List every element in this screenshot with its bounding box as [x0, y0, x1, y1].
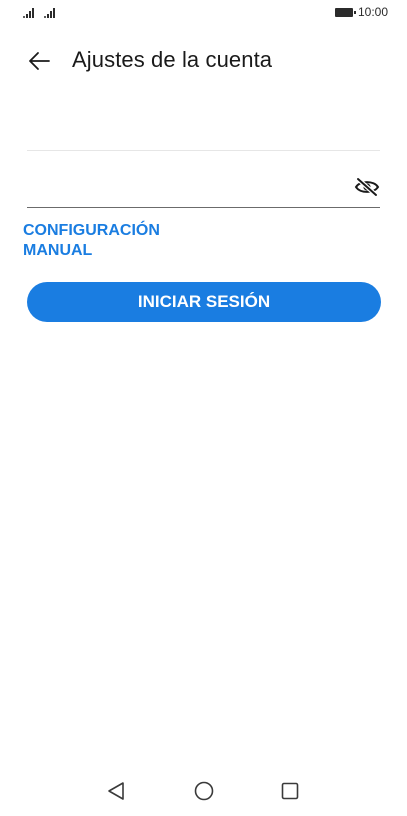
password-field[interactable]	[27, 160, 380, 208]
status-bar: 10:00	[0, 0, 407, 28]
square-recent-icon	[281, 782, 299, 800]
signal-icon-2	[44, 6, 55, 18]
battery-icon	[335, 8, 356, 17]
navigation-bar	[0, 770, 407, 810]
email-field[interactable]	[27, 100, 380, 151]
arrow-left-icon	[29, 52, 50, 70]
status-time: 10:00	[358, 5, 389, 19]
eye-off-icon	[354, 176, 380, 198]
app-header: Ajustes de la cuenta	[0, 40, 407, 82]
signal-icon	[23, 6, 34, 18]
password-visibility-toggle[interactable]	[354, 176, 380, 198]
manual-configuration-link[interactable]: CONFIGURACIÓN MANUAL	[23, 221, 223, 261]
nav-back-button[interactable]	[105, 780, 127, 802]
password-input[interactable]	[27, 183, 327, 201]
triangle-back-icon	[108, 782, 124, 800]
nav-recent-apps-button[interactable]	[279, 780, 301, 802]
nav-home-button[interactable]	[193, 780, 215, 802]
email-input[interactable]	[27, 126, 327, 144]
circle-home-icon	[194, 781, 214, 801]
back-button[interactable]	[24, 46, 54, 76]
page-title: Ajustes de la cuenta	[72, 47, 273, 72]
login-button[interactable]: INICIAR SESIÓN	[27, 282, 381, 322]
